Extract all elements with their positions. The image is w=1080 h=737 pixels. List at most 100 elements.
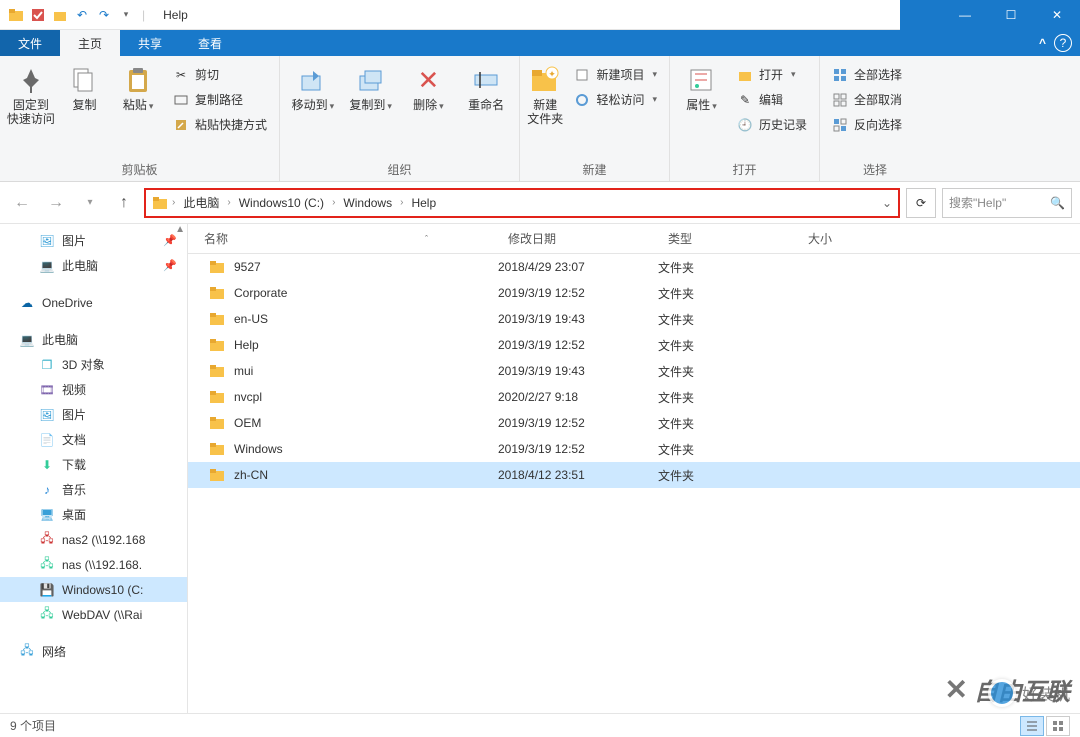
file-type: 文件夹 (658, 285, 798, 302)
select-all-button[interactable]: 全部选择 (826, 64, 908, 85)
file-date: 2019/3/19 12:52 (498, 286, 658, 300)
file-row[interactable]: mui2019/3/19 19:43文件夹 (188, 358, 1080, 384)
tab-view[interactable]: 查看 (180, 30, 240, 56)
edit-button[interactable]: ✎编辑 (731, 89, 813, 110)
open-button[interactable]: 打开 (731, 64, 813, 85)
invert-selection-button[interactable]: 反向选择 (826, 114, 908, 135)
file-row[interactable]: zh-CN2018/4/12 23:51文件夹 (188, 462, 1080, 488)
delete-button[interactable]: ✕ 删除 (402, 60, 456, 113)
redo-icon[interactable]: ↷ (94, 5, 114, 25)
new-folder-button[interactable]: ✦ 新建 文件夹 (526, 60, 564, 126)
address-dropdown-icon[interactable]: ⌄ (882, 196, 892, 210)
tab-file[interactable]: 文件 (0, 30, 60, 56)
search-input[interactable]: 搜索"Help" 🔍 (942, 188, 1072, 218)
column-header-size[interactable]: 大小 (798, 230, 898, 247)
tab-home[interactable]: 主页 (60, 30, 120, 56)
file-name: zh-CN (234, 468, 268, 482)
select-none-button[interactable]: 全部取消 (826, 89, 908, 110)
file-row[interactable]: 95272018/4/29 23:07文件夹 (188, 254, 1080, 280)
copyto-button[interactable]: 复制到 (344, 60, 398, 113)
sidebar-item-3dobjects[interactable]: ❒3D 对象 (0, 352, 187, 377)
delete-icon: ✕ (412, 64, 444, 96)
column-header-name[interactable]: 名称ˆ (188, 230, 498, 247)
copy-path-button[interactable]: 复制路径 (167, 89, 273, 110)
nav-back-button[interactable]: ← (8, 189, 36, 217)
sidebar-item-thispc-quick[interactable]: 💻此电脑📌 (0, 253, 187, 278)
close-button[interactable]: ✕ (1034, 0, 1080, 30)
breadcrumb-item[interactable]: 此电脑 (179, 192, 223, 213)
sidebar-item-pictures[interactable]: 🖼图片 (0, 402, 187, 427)
column-header-type[interactable]: 类型 (658, 230, 798, 247)
address-bar[interactable]: › 此电脑 › Windows10 (C:) › Windows › Help … (144, 188, 900, 218)
file-type: 文件夹 (658, 363, 798, 380)
copy-button[interactable]: 复制 (60, 60, 110, 112)
nav-forward-button[interactable]: → (42, 189, 70, 217)
sidebar-item-nas[interactable]: 🖧nas (\\192.168. (0, 552, 187, 577)
sidebar-item-videos[interactable]: 🎞视频 (0, 377, 187, 402)
chevron-right-icon[interactable]: › (332, 197, 335, 208)
properties-icon[interactable] (50, 5, 70, 25)
file-date: 2020/2/27 9:18 (498, 390, 658, 404)
properties-button[interactable]: 属性 (676, 60, 727, 113)
qat-dropdown-icon[interactable]: ▾ (116, 5, 136, 25)
breadcrumb-item[interactable]: Windows10 (C:) (235, 194, 328, 212)
sidebar-item-windows10-c[interactable]: 💾Windows10 (C: (0, 577, 187, 602)
cut-button[interactable]: ✂剪切 (167, 64, 273, 85)
file-list: 95272018/4/29 23:07文件夹 Corporate 2019/3/19… (188, 254, 1080, 713)
chevron-right-icon[interactable]: › (227, 197, 230, 208)
help-icon[interactable]: ? (1054, 34, 1072, 52)
collapse-ribbon-icon[interactable]: ^ (1039, 36, 1046, 50)
sidebar-item-desktop[interactable]: 🖥桌面 (0, 502, 187, 527)
easy-access-button[interactable]: 轻松访问 (568, 89, 663, 110)
computer-icon: 💻 (18, 331, 36, 349)
column-header-modified[interactable]: 修改日期 (498, 230, 658, 247)
pin-quickaccess-button[interactable]: 固定到 快速访问 (6, 60, 56, 126)
history-button[interactable]: 🕘历史记录 (731, 114, 813, 135)
sidebar-item-onedrive[interactable]: ☁OneDrive (0, 290, 187, 315)
paste-button[interactable]: 粘贴 (113, 60, 163, 113)
folder-icon (208, 284, 226, 302)
sidebar-item-thispc[interactable]: 💻此电脑 (0, 327, 187, 352)
paste-shortcut-button[interactable]: 粘贴快捷方式 (167, 114, 273, 135)
details-view-button[interactable] (1020, 716, 1044, 736)
newfolder-icon: ✦ (529, 64, 561, 96)
undo-icon[interactable]: ↶ (72, 5, 92, 25)
sidebar-item-webdav[interactable]: 🖧WebDAV (\\Rai (0, 602, 187, 627)
chevron-right-icon[interactable]: › (172, 197, 175, 208)
drive-icon: 💾 (38, 581, 56, 599)
file-row[interactable]: Corporate 2019/3/19 12:52文件夹 (188, 280, 1080, 306)
breadcrumb-item[interactable]: Help (407, 194, 440, 212)
minimize-button[interactable]: — (942, 0, 988, 30)
moveto-button[interactable]: 移动到 (286, 60, 340, 113)
sidebar-item-music[interactable]: ♪音乐 (0, 477, 187, 502)
file-row[interactable]: OEM2019/3/19 12:52文件夹 (188, 410, 1080, 436)
sidebar-item-downloads[interactable]: ⬇下载 (0, 452, 187, 477)
checkbox-icon[interactable] (28, 5, 48, 25)
sidebar-item-pictures-quick[interactable]: 🖼图片📌 (0, 228, 187, 253)
folder-icon (208, 440, 226, 458)
quick-access-toolbar: ↶ ↷ ▾ | (0, 5, 155, 25)
nav-up-button[interactable]: ↑ (110, 189, 138, 217)
tab-share[interactable]: 共享 (120, 30, 180, 56)
file-row[interactable]: Windows2019/3/19 12:52文件夹 (188, 436, 1080, 462)
file-row[interactable]: nvcpl2020/2/27 9:18文件夹 (188, 384, 1080, 410)
file-name: Corporate (234, 286, 287, 300)
group-label-clipboard: 剪贴板 (6, 158, 273, 181)
new-item-button[interactable]: 新建项目 (568, 64, 663, 85)
maximize-button[interactable]: ☐ (988, 0, 1034, 30)
sidebar-item-nas2[interactable]: 🖧nas2 (\\192.168 (0, 527, 187, 552)
nav-recent-dropdown[interactable]: ▾ (76, 189, 104, 217)
folder-icon (208, 362, 226, 380)
file-list-area: 名称ˆ 修改日期 类型 大小 95272018/4/29 23:07文件夹Cor… (188, 224, 1080, 713)
sidebar-item-documents[interactable]: 📄文档 (0, 427, 187, 452)
refresh-button[interactable]: ⟳ (906, 188, 936, 218)
chevron-right-icon[interactable]: › (400, 197, 403, 208)
breadcrumb-item[interactable]: Windows (339, 194, 396, 212)
file-row[interactable]: Help2019/3/19 12:52文件夹 (188, 332, 1080, 358)
rename-button[interactable]: 重命名 (459, 60, 513, 112)
file-row[interactable]: en-US2019/3/19 19:43文件夹 (188, 306, 1080, 332)
sidebar-item-network[interactable]: 🖧网络 (0, 639, 187, 664)
newitem-icon (574, 67, 590, 83)
icons-view-button[interactable] (1046, 716, 1070, 736)
copyto-icon (355, 64, 387, 96)
